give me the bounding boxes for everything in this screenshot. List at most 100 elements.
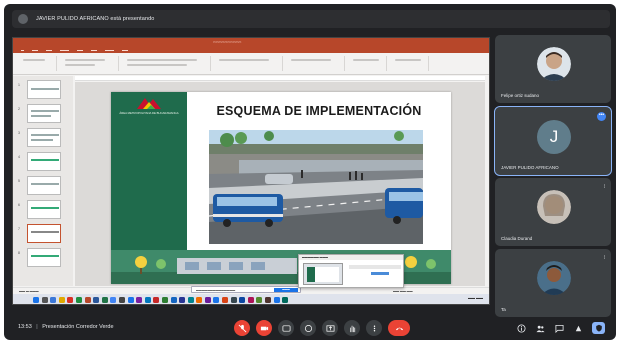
taskbar-app-icon[interactable] [144, 297, 151, 303]
taskbar-app-icon[interactable] [50, 297, 57, 303]
mic-off-icon: ⁞ [603, 184, 605, 190]
slide-canvas: ÁREA METROPOLITANA DE BUCARAMANGA ESQUEM… [75, 82, 485, 286]
taskbar-app-icon[interactable] [265, 297, 272, 303]
taskbar-app-icon[interactable] [196, 297, 203, 303]
popup-action-button[interactable] [371, 272, 389, 275]
taskbar-app-icon[interactable] [256, 297, 263, 303]
taskbar-app-icon[interactable] [118, 297, 125, 303]
mic-button[interactable] [234, 320, 250, 336]
participant-photo [537, 190, 571, 224]
search-icon[interactable] [41, 297, 48, 303]
popup-header: ▬▬▬▬▬▬ ▬▬▬ [299, 255, 403, 260]
people-icon [535, 325, 545, 332]
host-controls-button[interactable] [592, 322, 605, 334]
taskbar-app-icon[interactable] [67, 297, 74, 303]
excel-icon[interactable] [101, 297, 108, 303]
slide-thumbnail[interactable]: 3 [18, 128, 61, 147]
info-icon [516, 323, 526, 333]
people-button[interactable] [535, 322, 545, 334]
presenter-bar: JAVIER PULIDO AFRICANO está presentando [12, 10, 610, 28]
participant-name: Ta [501, 307, 506, 312]
ruler [75, 76, 485, 81]
slide-thumbnail[interactable]: 2 [18, 104, 61, 123]
mic-off-icon: ⁞ [603, 255, 605, 261]
taskbar-clock: ▬▬ ▬▬ [468, 296, 483, 300]
meeting-controls-bar: 13:53 | Presentación Corredor Verde [4, 316, 616, 340]
presenter-avatar [18, 14, 28, 24]
call-controls [234, 320, 410, 336]
side-panel-controls [516, 322, 605, 334]
present-icon [326, 324, 334, 332]
taskbar-app-icon[interactable] [273, 297, 280, 303]
taskbar-app-icon[interactable] [222, 297, 229, 303]
hangup-icon [395, 327, 403, 330]
meeting-info: 13:53 | Presentación Corredor Verde [18, 324, 114, 330]
taskbar-app-icon[interactable] [187, 297, 194, 303]
windows-taskbar: ▬▬ ▬▬ [13, 294, 489, 304]
participant-name: JAVIER PULIDO AFRICANO [501, 165, 559, 170]
more-options-button[interactable] [366, 320, 382, 336]
slide-thumbnail[interactable]: 5 [18, 176, 61, 195]
captions-button[interactable] [278, 320, 294, 336]
slide-thumbnail[interactable]: 8 [18, 248, 61, 267]
emoji-button[interactable] [300, 320, 316, 336]
slide-thumbnail[interactable]: 1 [18, 80, 61, 99]
chrome-icon[interactable] [110, 297, 117, 303]
chat-icon [554, 324, 564, 333]
participant-tile[interactable]: ⁞ Ta [495, 249, 611, 317]
powerpoint-icon[interactable] [84, 297, 91, 303]
taskbar-app-icon[interactable] [75, 297, 82, 303]
taskbar-app-icon[interactable] [179, 297, 186, 303]
titlebar-text: ▭▭▭▭▭▭▭▭▭▭ [213, 40, 242, 44]
powerpoint-ribbon [13, 53, 489, 75]
presenter-label: JAVIER PULIDO AFRICANO está presentando [36, 16, 155, 22]
participant-name: Claudia Durand [501, 236, 533, 241]
emoji-icon [304, 324, 312, 332]
raise-hand-icon [349, 325, 355, 332]
participant-tile[interactable]: Felipe ortiz sudano [495, 35, 611, 103]
participant-name: Felipe ortiz sudano [501, 93, 540, 98]
start-icon[interactable] [33, 297, 39, 303]
taskbar-app-icon[interactable] [239, 297, 246, 303]
participant-photo [537, 47, 571, 81]
host-controls-icon [595, 324, 602, 332]
camera-icon [260, 326, 268, 330]
taskbar-app-icon[interactable] [282, 297, 289, 303]
taskbar-app-icon[interactable] [230, 297, 237, 303]
present-button[interactable] [322, 320, 338, 336]
word-icon[interactable] [93, 297, 100, 303]
leave-call-button[interactable] [388, 320, 410, 336]
more-options-icon[interactable]: ••• [597, 112, 606, 121]
taskbar-app-icon[interactable] [127, 297, 134, 303]
info-button[interactable] [516, 322, 526, 334]
powerpoint-titlebar: ▭▭▭▭▭▭▭▭▭▭ [13, 38, 489, 47]
taskbar-app-icon[interactable] [161, 297, 168, 303]
notification-button[interactable]: ▬▬▬ [274, 288, 298, 292]
taskbar-app-icon[interactable] [136, 297, 143, 303]
amb-logo-icon [137, 98, 161, 109]
participant-initial-avatar: J [537, 120, 571, 154]
taskbar-app-icon[interactable] [58, 297, 65, 303]
activities-button[interactable] [573, 322, 583, 334]
participant-tile[interactable]: ⁞ Claudia Durand [495, 178, 611, 246]
participant-tile-presenter[interactable]: J ••• JAVIER PULIDO AFRICANO [494, 106, 612, 176]
raise-hand-button[interactable] [344, 320, 360, 336]
camera-button[interactable] [256, 320, 272, 336]
meeting-title: Presentación Corredor Verde [42, 324, 114, 330]
logo-text: ÁREA METROPOLITANA DE BUCARAMANGA [119, 111, 179, 115]
participant-photo [537, 261, 571, 295]
meet-window: JAVIER PULIDO AFRICANO está presentando … [4, 4, 616, 340]
slide-thumbnail-selected[interactable]: 7 [18, 224, 61, 243]
taskbar-app-icon[interactable] [170, 297, 177, 303]
slide-title: ESQUEMA DE IMPLEMENTACIÓN [216, 104, 422, 118]
popup-preview[interactable] [303, 263, 343, 285]
taskbar-app-icon[interactable] [213, 297, 220, 303]
taskbar-app-icon[interactable] [204, 297, 211, 303]
taskbar-app-icon[interactable] [153, 297, 160, 303]
slide-thumbnail[interactable]: 6 [18, 200, 61, 219]
taskbar-app-icon[interactable] [247, 297, 254, 303]
bus-corridor-image [209, 130, 423, 244]
slide-thumbnail[interactable]: 4 [18, 152, 61, 171]
captions-icon [282, 324, 290, 332]
chat-button[interactable] [554, 322, 564, 334]
